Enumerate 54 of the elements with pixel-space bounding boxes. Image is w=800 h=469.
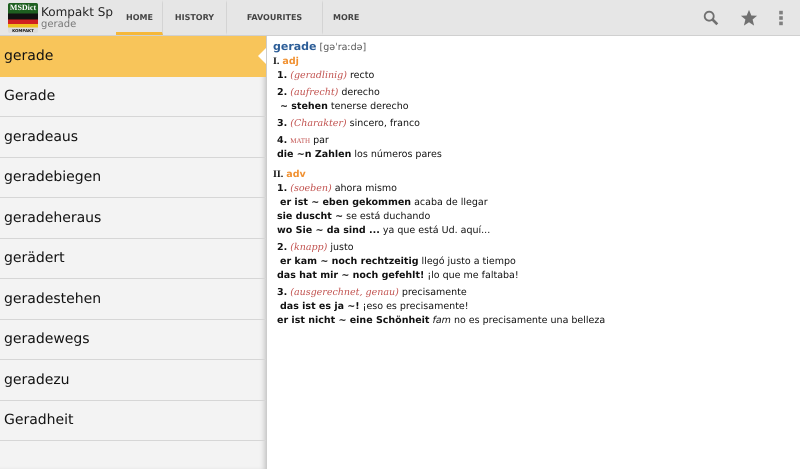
word-list-item[interactable]: gerädert <box>0 238 266 279</box>
sense-gloss: (Charakter) <box>290 118 347 129</box>
translation: derecho <box>341 87 380 98</box>
tab[interactable]: HISTORY <box>163 0 227 35</box>
sense-number: 1. <box>277 183 288 194</box>
sense-gloss: (ausgerechnet, genau) <box>290 287 399 298</box>
word-list-item[interactable]: geradebiegen <box>0 158 266 198</box>
pronunciation: [gəˈraːdə] <box>320 42 366 53</box>
sense-number: 1. <box>277 70 288 81</box>
part-of-speech: adv <box>286 169 306 180</box>
translation: sincero, franco <box>350 118 420 129</box>
example-phrase: wo Sie ~ da sind ... ya que está Ud. aquí... <box>277 224 492 238</box>
sense-number: 4. <box>277 135 288 146</box>
translation: par <box>313 135 329 146</box>
tab[interactable]: MORE <box>323 0 370 35</box>
part-of-speech: adj <box>282 56 299 67</box>
sense-number: 2. <box>277 87 288 98</box>
word-list-item[interactable]: geradeheraus <box>0 198 266 238</box>
headword: gerade <box>273 40 317 53</box>
example-phrase: das ist es ja ~! ¡eso es precisamente! <box>280 300 470 314</box>
sense-gloss: (geradlinig) <box>290 70 347 81</box>
translation: ahora mismo <box>334 183 397 194</box>
word-list-item[interactable]: Gerade <box>0 76 266 117</box>
word-list-item[interactable]: Geradheit <box>0 400 266 441</box>
translation: precisamente <box>402 287 467 298</box>
translation: justo <box>330 242 354 253</box>
example-phrase: er kam ~ noch rechtzeitig llegó justo a tiempo <box>280 255 517 269</box>
translation: recto <box>350 70 374 81</box>
menu-icon[interactable] <box>778 8 784 26</box>
sense-number: 3. <box>277 118 288 129</box>
word-list-item[interactable]: geradezu <box>0 360 266 400</box>
example-phrase: sie duscht ~ se está duchando <box>277 210 432 224</box>
logo-text: MSDict <box>10 2 36 12</box>
example-phrase: er ist ~ eben gekommen acaba de llegar <box>280 196 489 210</box>
tab[interactable]: FAVOURITES <box>227 0 323 35</box>
word-list-item[interactable]: geradeaus <box>0 117 266 158</box>
section-number: II. <box>273 169 284 180</box>
app-title: Kompakt Sp <box>41 4 114 18</box>
sense-number: 2. <box>277 242 288 253</box>
example-phrase: ~ stehen tenerse derecho <box>280 100 410 114</box>
search-icon[interactable] <box>702 8 720 26</box>
example-phrase: die ~n Zahlen los números pares <box>277 148 443 162</box>
sense-gloss: (aufrecht) <box>290 87 338 98</box>
sense-gloss: (soeben) <box>290 183 332 194</box>
example-phrase: das hat mir ~ noch gefehlt! ¡lo que me faltaba! <box>277 269 520 283</box>
sense-number: 3. <box>277 287 288 298</box>
star-icon[interactable] <box>740 8 758 26</box>
word-list-item[interactable]: geradestehen <box>0 279 266 320</box>
example-phrase: er ist nicht ~ eine Schönheit fam no es precisamente una belleza <box>277 314 606 328</box>
app-subtitle: gerade <box>41 18 78 30</box>
section-number: I. <box>273 56 280 67</box>
word-list-item[interactable]: gerade <box>0 36 266 76</box>
sense-gloss: (knapp) <box>290 242 328 253</box>
word-list-item[interactable]: geradewegs <box>0 320 266 360</box>
